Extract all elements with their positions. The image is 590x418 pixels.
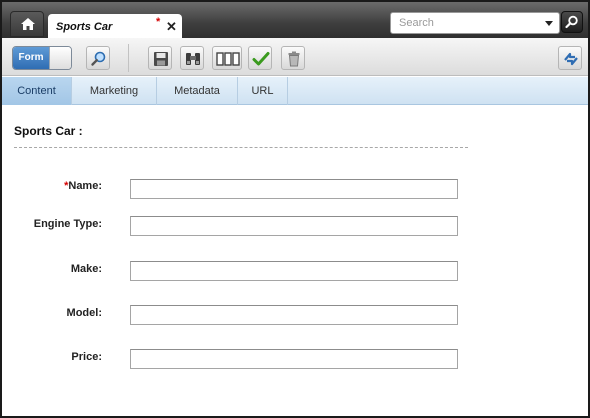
search-icon — [91, 51, 106, 66]
name-field[interactable] — [130, 179, 458, 199]
section-tabs: Content Marketing Metadata URL — [2, 77, 588, 105]
search-box[interactable]: Search — [390, 12, 560, 34]
make-label: Make: — [70, 263, 102, 275]
engine-type-field[interactable] — [130, 216, 458, 236]
name-label: *Name: — [2, 180, 102, 192]
delete-button[interactable] — [281, 46, 305, 70]
home-icon — [21, 18, 35, 30]
name-label-text: Name: — [68, 180, 102, 192]
compare-button[interactable] — [180, 46, 204, 70]
tab-marketing[interactable]: Marketing — [72, 77, 157, 105]
save-button[interactable] — [148, 46, 172, 70]
unsaved-marker: * — [156, 16, 161, 28]
preview-button[interactable] — [86, 46, 110, 70]
make-field[interactable] — [130, 261, 458, 281]
toolbar: Form — [2, 38, 588, 76]
search-dropdown-icon[interactable] — [545, 21, 553, 26]
document-tab-title: Sports Car — [56, 21, 113, 33]
columns-icon — [216, 52, 240, 66]
document-tab[interactable]: Sports Car * ✕ — [48, 14, 182, 39]
tab-content[interactable]: Content — [2, 77, 72, 105]
title-divider — [14, 147, 468, 148]
form-mode-label: Form — [13, 47, 49, 69]
form-title: Sports Car : — [14, 124, 83, 138]
tab-url[interactable]: URL — [238, 77, 288, 105]
search-button[interactable] — [561, 11, 583, 33]
binoculars-icon — [186, 53, 200, 65]
search-placeholder: Search — [399, 17, 434, 29]
engine-type-label: Engine Type: — [33, 218, 102, 230]
sync-button[interactable] — [558, 46, 582, 70]
tab-metadata[interactable]: Metadata — [157, 77, 238, 105]
close-tab-icon[interactable]: ✕ — [166, 19, 177, 35]
columns-button[interactable] — [212, 46, 242, 70]
magnifier-icon — [565, 15, 578, 29]
approve-button[interactable] — [248, 46, 272, 70]
toolbar-separator — [128, 44, 129, 72]
trash-icon — [288, 51, 300, 67]
model-label: Model: — [66, 307, 102, 319]
sync-icon — [564, 52, 578, 66]
top-bar: Sports Car * ✕ Search — [2, 2, 588, 39]
save-icon — [154, 52, 168, 66]
toggle-knob — [49, 47, 71, 69]
app-window: Sports Car * ✕ Search Form Content Marke… — [0, 0, 590, 418]
model-field[interactable] — [130, 305, 458, 325]
form-mode-toggle[interactable]: Form — [12, 46, 72, 70]
price-field[interactable] — [130, 349, 458, 369]
checkmark-icon — [252, 52, 270, 66]
home-button[interactable] — [10, 11, 44, 37]
price-label: Price: — [71, 351, 102, 363]
